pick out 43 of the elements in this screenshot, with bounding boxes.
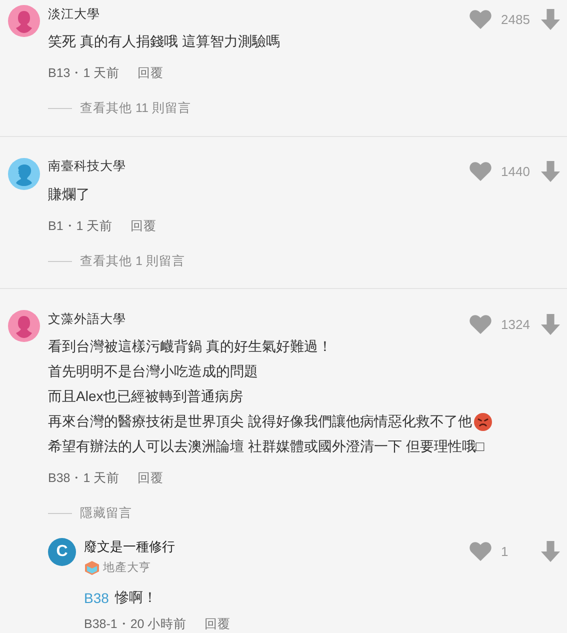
letter-avatar: C	[48, 538, 76, 566]
heart-icon[interactable]	[469, 8, 492, 30]
author-name[interactable]: 淡江大學	[48, 6, 100, 22]
heart-icon[interactable]	[469, 541, 492, 562]
like-count: 1	[501, 544, 510, 559]
comment-text: 笑死 真的有人捐錢哦 這算智力測驗嗎	[48, 33, 280, 51]
author-name[interactable]: 文藻外語大學	[48, 310, 126, 328]
reply-link[interactable]: 回覆	[130, 218, 157, 234]
comment-text: 慘啊！	[114, 589, 157, 607]
comment-text: 再來台灣的醫療技術是世界頂尖 說得好像我們讓他病情惡化救不了他	[48, 413, 472, 431]
comment-text: 賺爛了	[48, 186, 90, 204]
author-name[interactable]: 廢文是一種修行	[84, 538, 175, 556]
user-title: 地產大亨	[103, 560, 151, 575]
heart-icon[interactable]	[469, 314, 492, 334]
comment-text: 而且Alex也已經被轉到普通病房	[48, 388, 244, 406]
comment-text: 希望有辦法的人可以去澳洲論壇 社群媒體或國外澄清一下 但要理性哦□	[48, 438, 484, 456]
comment-meta: B1・1 天前	[48, 218, 113, 234]
comment-meta: B13・1 天前	[48, 65, 120, 82]
like-count: 1440	[501, 164, 531, 179]
comment-text: 首先明明不是台灣小吃造成的問題	[48, 363, 258, 381]
box-icon	[84, 560, 100, 576]
comment-meta: B38・1 天前	[48, 470, 120, 487]
thread-toggle-link[interactable]: 查看其他 1 則留言	[80, 252, 185, 270]
reply-link[interactable]: 回覆	[138, 65, 164, 82]
thread-toggle-link[interactable]: 查看其他 11 則留言	[80, 100, 191, 117]
heart-icon[interactable]	[469, 161, 492, 182]
reply-link[interactable]: 回覆	[138, 470, 164, 487]
down-arrow-icon[interactable]	[541, 541, 560, 562]
thread-toggle-link[interactable]: 隱藏留言	[80, 505, 132, 522]
mention-link[interactable]: B38	[84, 590, 109, 606]
avatar-icon	[8, 158, 40, 190]
avatar-icon	[8, 310, 40, 342]
down-arrow-icon[interactable]	[541, 314, 560, 334]
angry-face-icon	[474, 413, 492, 431]
reply-link[interactable]: 回覆	[204, 616, 231, 633]
author-name[interactable]: 南臺科技大學	[48, 158, 126, 175]
like-count: 2485	[501, 12, 531, 26]
comment-text: 看到台灣被這樣污衊背鍋 真的好生氣好難過！	[48, 338, 332, 356]
comment-meta: B38-1・20 小時前	[84, 616, 187, 633]
avatar-icon	[8, 5, 40, 37]
down-arrow-icon[interactable]	[541, 8, 560, 30]
down-arrow-icon[interactable]	[541, 161, 560, 182]
like-count: 1324	[501, 316, 531, 332]
